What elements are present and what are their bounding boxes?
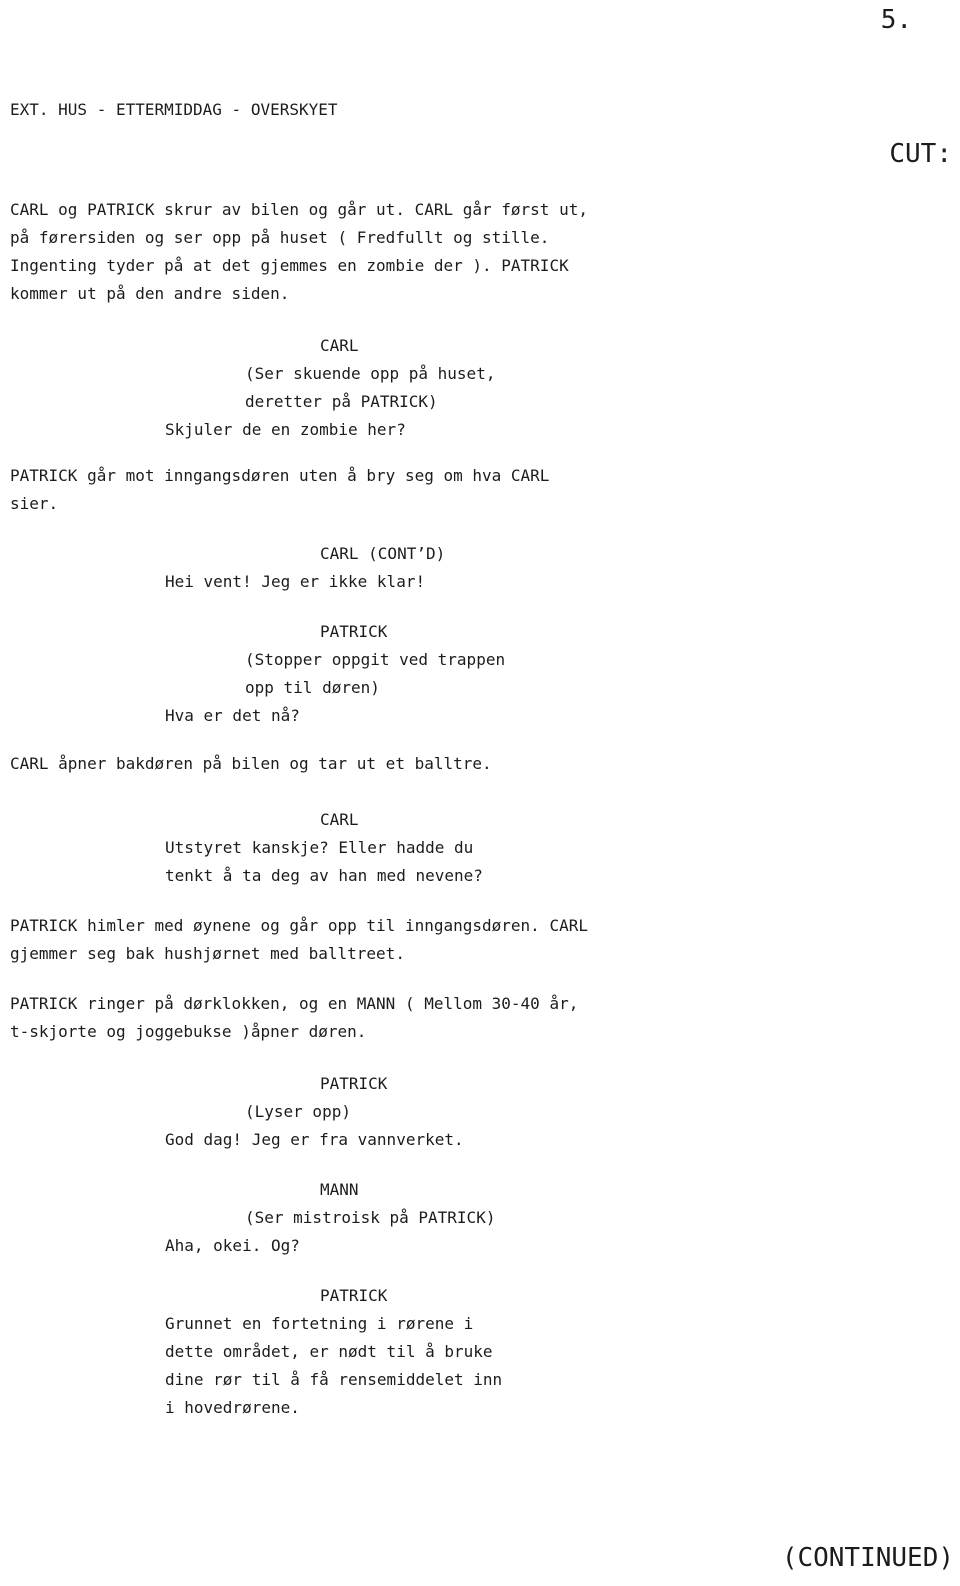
parenthetical: opp til døren) (245, 678, 380, 697)
page-number: 5. (880, 5, 912, 35)
action-line: CARL og PATRICK skrur av bilen og går ut… (10, 200, 588, 219)
character-cue: PATRICK (320, 1074, 388, 1093)
parenthetical: deretter på PATRICK) (245, 392, 438, 411)
parenthetical: (Ser mistroisk på PATRICK) (245, 1208, 496, 1227)
transition-cut: CUT: (889, 139, 952, 169)
screenplay-page: 5. EXT. HUS - ETTERMIDDAG - OVERSKYET CU… (0, 0, 960, 1586)
action-line: CARL åpner bakdøren på bilen og tar ut e… (10, 754, 492, 773)
dialogue-block-1: CARL (Ser skuende opp på huset, deretter… (10, 332, 960, 444)
action-line: PATRICK himler med øynene og går opp til… (10, 916, 588, 935)
action-line: t-skjorte og joggebukse )åpner døren. (10, 1022, 367, 1041)
dialogue-line: God dag! Jeg er fra vannverket. (165, 1130, 464, 1149)
dialogue-block-3: PATRICK (Stopper oppgit ved trappen opp … (10, 618, 960, 730)
dialogue-line: Hva er det nå? (165, 706, 300, 725)
scene-heading-block: EXT. HUS - ETTERMIDDAG - OVERSKYET (10, 96, 960, 124)
action-block-2: PATRICK går mot inngangsdøren uten å bry… (10, 462, 960, 518)
action-line: gjemmer seg bak hushjørnet med balltreet… (10, 944, 405, 963)
character-cue: CARL (320, 810, 359, 829)
dialogue-block-5: PATRICK (Lyser opp) God dag! Jeg er fra … (10, 1070, 960, 1154)
parenthetical: (Lyser opp) (245, 1102, 351, 1121)
dialogue-line: Hei vent! Jeg er ikke klar! (165, 572, 426, 591)
character-cue: PATRICK (320, 622, 388, 641)
dialogue-line: Aha, okei. Og? (165, 1236, 300, 1255)
continued-marker: (CONTINUED) (781, 1543, 954, 1573)
dialogue-block-4: CARL Utstyret kanskje? Eller hadde du te… (10, 806, 960, 890)
action-block-1: CARL og PATRICK skrur av bilen og går ut… (10, 196, 960, 308)
dialogue-line: i hovedrørene. (165, 1398, 300, 1417)
action-line: på førersiden og ser opp på huset ( Fred… (10, 228, 550, 247)
dialogue-line: Grunnet en fortetning i rørene i (165, 1314, 474, 1333)
action-line: sier. (10, 494, 59, 513)
scene-heading: EXT. HUS - ETTERMIDDAG - OVERSKYET (10, 100, 338, 119)
dialogue-line: Utstyret kanskje? Eller hadde du (165, 838, 474, 857)
character-cue: CARL (320, 336, 359, 355)
action-block-3: CARL åpner bakdøren på bilen og tar ut e… (10, 750, 960, 778)
dialogue-line: tenkt å ta deg av han med nevene? (165, 866, 483, 885)
dialogue-line: dette området, er nødt til å bruke (165, 1342, 493, 1361)
action-block-4: PATRICK himler med øynene og går opp til… (10, 912, 960, 968)
action-line: PATRICK ringer på dørklokken, og en MANN… (10, 994, 579, 1013)
character-cue: CARL (CONT’D) (320, 544, 446, 563)
dialogue-block-6: MANN (Ser mistroisk på PATRICK) Aha, oke… (10, 1176, 960, 1260)
action-line: kommer ut på den andre siden. (10, 284, 290, 303)
dialogue-line: Skjuler de en zombie her? (165, 420, 406, 439)
action-line: PATRICK går mot inngangsdøren uten å bry… (10, 466, 550, 485)
dialogue-line: dine rør til å få rensemiddelet inn (165, 1370, 503, 1389)
parenthetical: (Stopper oppgit ved trappen (245, 650, 506, 669)
action-line: Ingenting tyder på at det gjemmes en zom… (10, 256, 569, 275)
character-cue: MANN (320, 1180, 359, 1199)
parenthetical: (Ser skuende opp på huset, (245, 364, 496, 383)
dialogue-block-7: PATRICK Grunnet en fortetning i rørene i… (10, 1282, 960, 1422)
character-cue: PATRICK (320, 1286, 388, 1305)
dialogue-block-2: CARL (CONT’D) Hei vent! Jeg er ikke klar… (10, 540, 960, 596)
action-block-5: PATRICK ringer på dørklokken, og en MANN… (10, 990, 960, 1046)
